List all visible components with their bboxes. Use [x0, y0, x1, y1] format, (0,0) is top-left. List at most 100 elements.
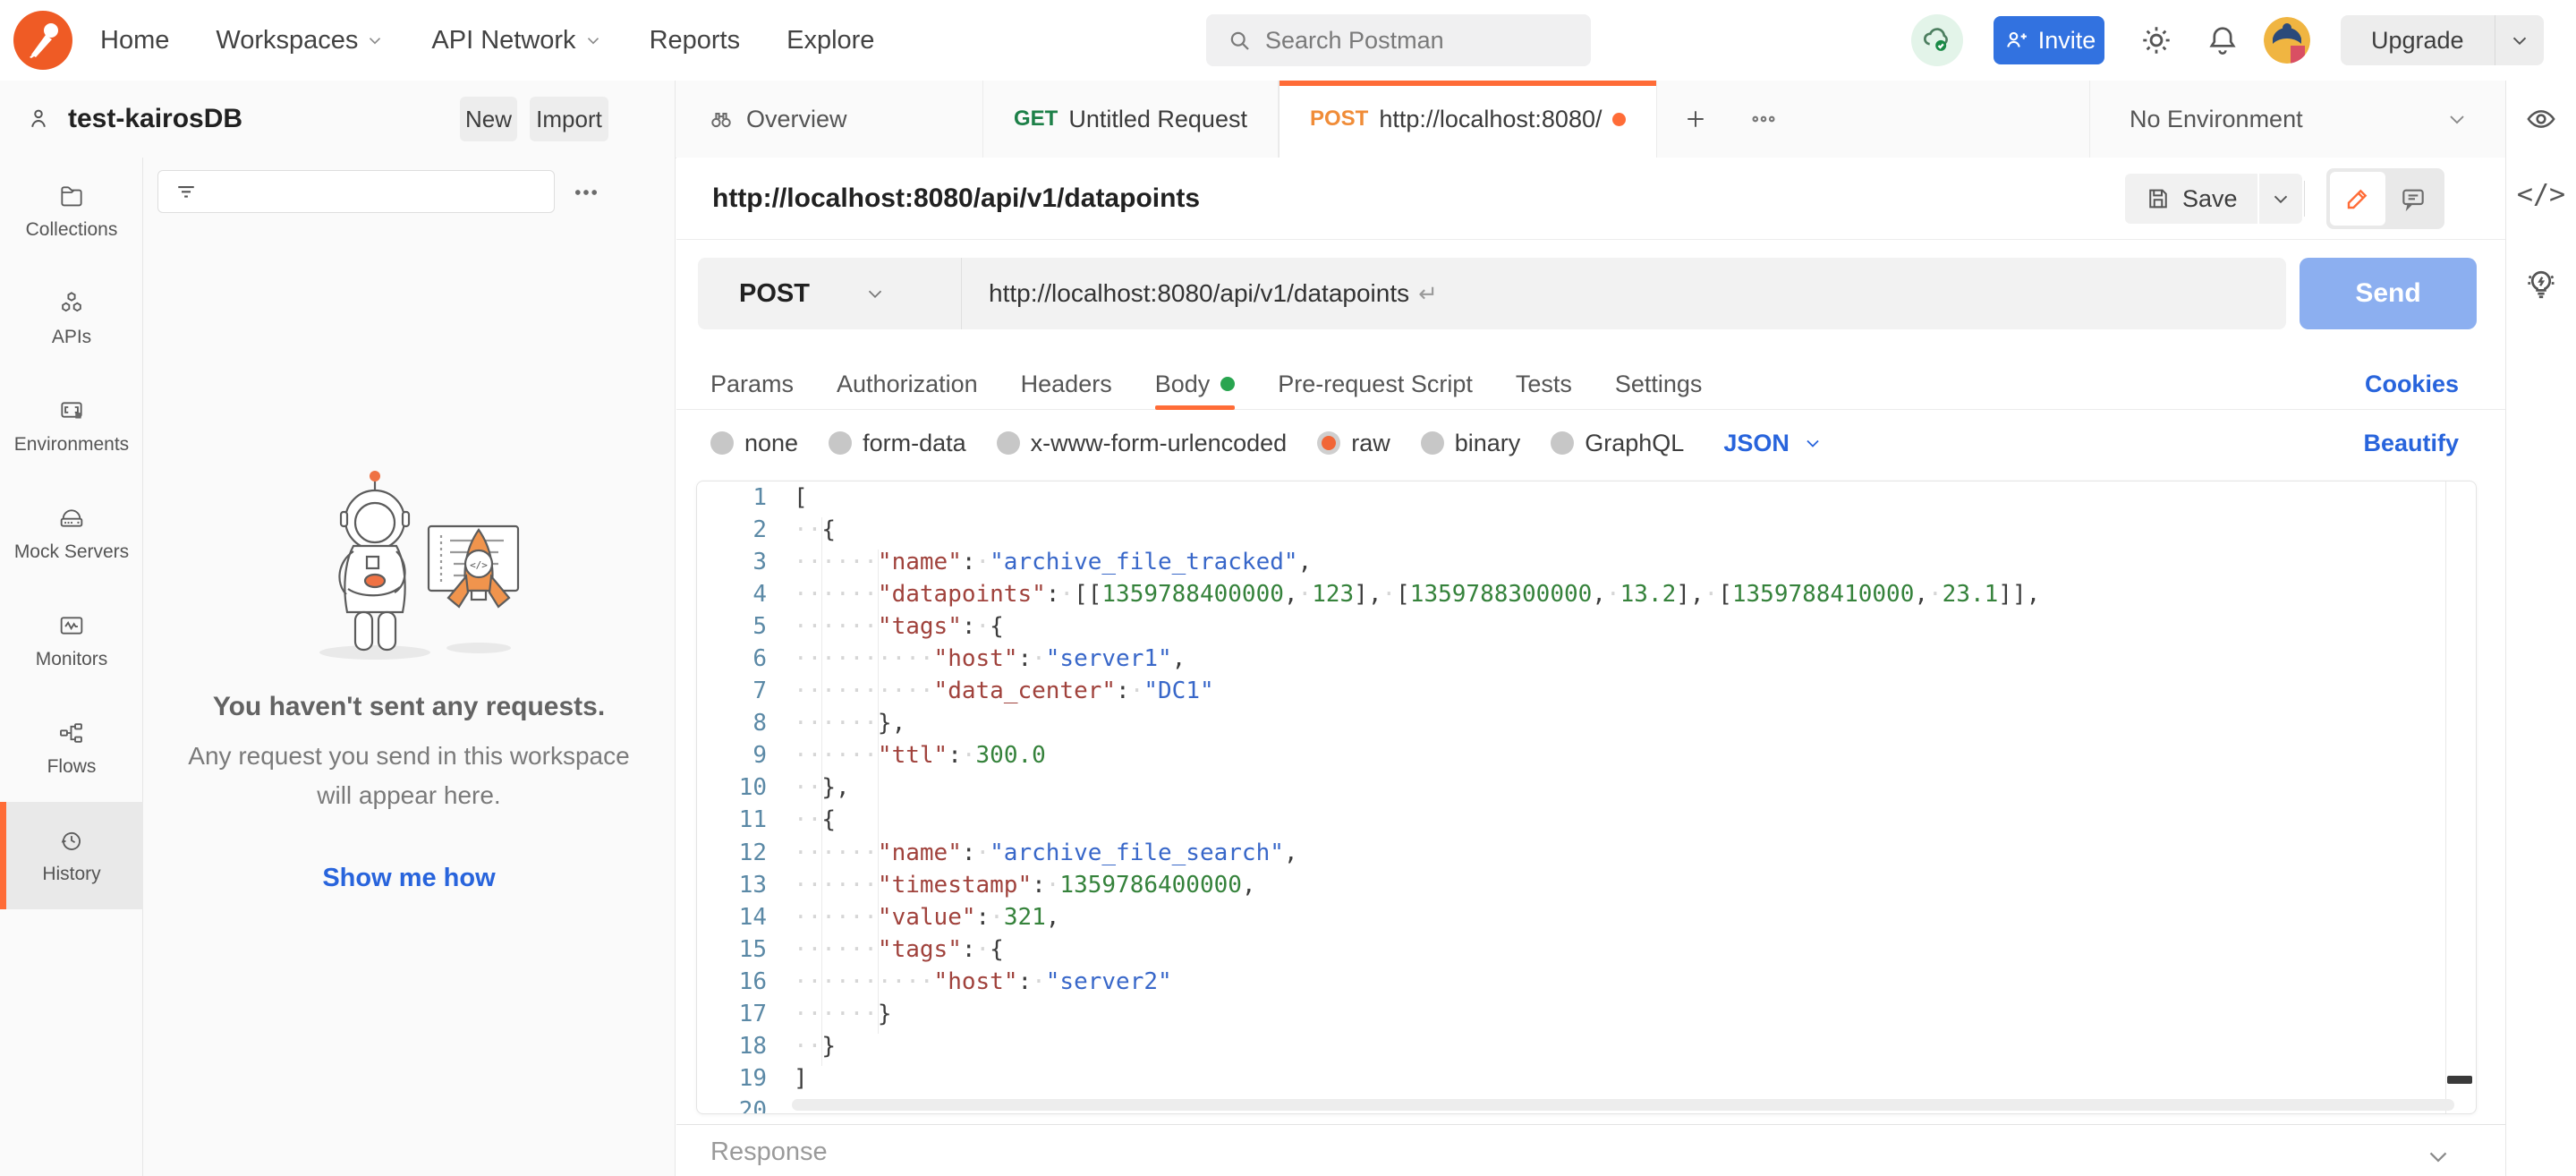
- body-mode-label: form-data: [863, 430, 966, 457]
- code-line: 9······"ttl":·300.0: [697, 739, 2476, 771]
- request-tab-headers[interactable]: Headers: [1021, 358, 1112, 410]
- sidebar-item-environments[interactable]: Environments: [0, 372, 143, 480]
- chevron-down-icon: [2269, 187, 2292, 210]
- request-tab-body[interactable]: Body: [1155, 358, 1236, 410]
- sidebar-item-label: Environments: [14, 434, 129, 456]
- line-number: 5: [697, 610, 794, 643]
- method-selector[interactable]: POST: [698, 258, 962, 329]
- open-request-tabs: GETUntitled RequestPOSThttp://localhost:…: [983, 81, 1657, 158]
- send-button[interactable]: Send: [2300, 258, 2477, 329]
- line-number: 14: [697, 901, 794, 933]
- invite-button[interactable]: Invite: [1994, 16, 2104, 64]
- cookies-link[interactable]: Cookies: [2365, 358, 2459, 410]
- show-me-how-link[interactable]: Show me how: [143, 864, 675, 893]
- sidebar-item-history[interactable]: History: [0, 802, 143, 909]
- code-snippet-icon[interactable]: </>: [2506, 179, 2576, 210]
- tab-title: http://localhost:8080/: [1379, 106, 1602, 133]
- request-tab-label: Authorization: [837, 371, 978, 398]
- user-avatar[interactable]: [2264, 17, 2310, 64]
- code-line: 4······"datapoints":·[[1359788400000,·12…: [697, 578, 2476, 610]
- nav-item-explore[interactable]: Explore: [786, 26, 874, 55]
- code-text: ······"timestamp":·1359786400000,: [794, 869, 2476, 901]
- tab-request-post-http-localhost-8080-[interactable]: POSThttp://localhost:8080/: [1279, 81, 1658, 158]
- request-tab-params[interactable]: Params: [710, 358, 794, 410]
- body-mode-x-www-form-urlencoded[interactable]: x-www-form-urlencoded: [997, 430, 1288, 457]
- global-search-input[interactable]: Search Postman: [1206, 14, 1591, 66]
- lightbulb-icon[interactable]: [2521, 263, 2561, 303]
- new-tab-plus-icon[interactable]: [1682, 106, 1709, 132]
- chevron-down-icon: [863, 282, 887, 305]
- chevron-down-icon: [2508, 29, 2531, 52]
- body-language-selector[interactable]: JSON: [1723, 430, 1824, 457]
- code-text: ······"tags":·{: [794, 933, 2476, 966]
- language-value: JSON: [1723, 430, 1790, 457]
- environment-quick-look[interactable]: [2505, 81, 2576, 158]
- sidebar-item-flows[interactable]: Flows: [0, 695, 143, 802]
- nav-item-reports[interactable]: Reports: [650, 26, 741, 55]
- body-mode-raw[interactable]: raw: [1317, 430, 1390, 457]
- request-tab-settings[interactable]: Settings: [1615, 358, 1703, 410]
- history-sidebar: </> You haven: [143, 158, 676, 1176]
- sync-status-icon[interactable]: [1911, 14, 1963, 66]
- nav-item-label: Workspaces: [216, 26, 358, 55]
- beautify-link[interactable]: Beautify: [2363, 410, 2459, 476]
- body-mode-label: raw: [1351, 430, 1390, 457]
- save-split-button: Save: [2125, 174, 2302, 224]
- code-text: ······"tags":·{: [794, 610, 2476, 643]
- url-enter-hint: ↵: [1418, 280, 1438, 307]
- upgrade-dropdown-button[interactable]: [2495, 15, 2544, 65]
- nav-item-label: Explore: [786, 26, 874, 55]
- radio-icon: [710, 431, 734, 455]
- request-tab-authorization[interactable]: Authorization: [837, 358, 978, 410]
- postman-logo-icon[interactable]: [13, 11, 72, 70]
- save-options-button[interactable]: [2259, 174, 2302, 224]
- code-text: ······}: [794, 998, 2476, 1030]
- sidebar-item-collections[interactable]: Collections: [0, 158, 143, 265]
- comments-button[interactable]: [2385, 172, 2441, 226]
- code-line: 13······"timestamp":·1359786400000,: [697, 869, 2476, 901]
- editor-scrollbar-thumb[interactable]: [2447, 1076, 2472, 1084]
- code-text: ······"name":·"archive_file_tracked",: [794, 546, 2476, 578]
- save-floppy-icon: [2145, 185, 2172, 212]
- body-mode-label: binary: [1455, 430, 1521, 457]
- invite-person-icon: [2002, 27, 2029, 54]
- new-button[interactable]: New: [460, 97, 517, 141]
- upgrade-button[interactable]: Upgrade: [2341, 15, 2495, 65]
- url-input[interactable]: http://localhost:8080/api/v1/datapoints↵: [962, 279, 2286, 308]
- sidebar-item-monitors[interactable]: Monitors: [0, 587, 143, 695]
- top-navigation-bar: HomeWorkspacesAPI NetworkReportsExplore …: [0, 0, 2576, 81]
- code-text: ]: [794, 1062, 2476, 1095]
- request-tab-tests[interactable]: Tests: [1516, 358, 1572, 410]
- radio-icon: [829, 431, 852, 455]
- sidebar-item-mock-servers[interactable]: Mock Servers: [0, 480, 143, 587]
- sidebar-item-apis[interactable]: APIs: [0, 265, 143, 372]
- save-button[interactable]: Save: [2125, 174, 2257, 224]
- editor-horizontal-scrollbar[interactable]: [792, 1099, 2454, 1111]
- body-mode-graphql[interactable]: GraphQL: [1551, 430, 1684, 457]
- edit-mode-button[interactable]: [2330, 172, 2385, 226]
- body-mode-label: none: [744, 430, 798, 457]
- tab-request-get-untitled-request[interactable]: GETUntitled Request: [983, 81, 1279, 158]
- sidebar-item-label: Collections: [26, 219, 118, 241]
- import-button[interactable]: Import: [530, 97, 608, 141]
- line-number: 17: [697, 998, 794, 1030]
- workspace-name[interactable]: test-kairosDB: [68, 81, 242, 158]
- body-editor[interactable]: 1[2··{3······"name":·"archive_file_track…: [696, 481, 2477, 1114]
- history-filter-input[interactable]: [157, 170, 555, 213]
- nav-item-api-network[interactable]: API Network: [431, 26, 602, 55]
- nav-item-home[interactable]: Home: [100, 26, 169, 55]
- body-mode-none[interactable]: none: [710, 430, 798, 457]
- eye-icon: [2523, 101, 2559, 137]
- environment-selector[interactable]: No Environment: [2089, 81, 2505, 158]
- body-mode-form-data[interactable]: form-data: [829, 430, 966, 457]
- sidebar-more-options-icon[interactable]: [571, 177, 601, 208]
- request-tab-pre-request-script[interactable]: Pre-request Script: [1278, 358, 1473, 410]
- body-mode-binary[interactable]: binary: [1421, 430, 1521, 457]
- settings-gear-icon[interactable]: [2137, 21, 2176, 60]
- notifications-bell-icon[interactable]: [2203, 21, 2242, 60]
- nav-item-workspaces[interactable]: Workspaces: [216, 26, 385, 55]
- response-collapse-chevron-icon[interactable]: [2423, 1141, 2453, 1172]
- tab-overview[interactable]: Overview: [676, 81, 983, 158]
- sidebar-item-label: Monitors: [36, 649, 108, 670]
- tab-more-options-icon[interactable]: [1748, 104, 1779, 134]
